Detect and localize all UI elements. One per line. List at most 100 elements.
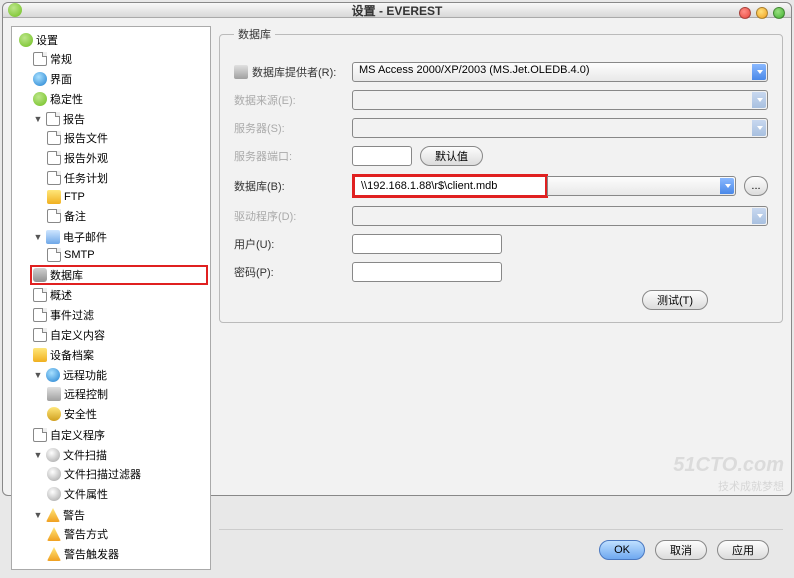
cancel-button[interactable]: 取消 bbox=[655, 540, 707, 560]
tree-item-email[interactable]: ▼电子邮件 bbox=[31, 228, 207, 246]
task-icon bbox=[47, 171, 61, 185]
doc-icon bbox=[33, 328, 47, 342]
settings-window: 设置 - EVEREST 设置 常规 界面 稳定性 ▼报告 bbox=[2, 2, 792, 496]
user-input[interactable] bbox=[352, 234, 502, 254]
tree-item-notes[interactable]: 备注 bbox=[45, 207, 207, 225]
tree-item-custom-prog[interactable]: 自定义程序 bbox=[31, 426, 207, 444]
provider-select[interactable]: MS Access 2000/XP/2003 (MS.Jet.OLEDB.4.0… bbox=[352, 62, 768, 82]
warning-icon bbox=[47, 547, 61, 561]
tree-item-alert-mode[interactable]: 警告方式 bbox=[45, 525, 207, 543]
report-icon bbox=[46, 112, 60, 126]
browse-button[interactable]: ... bbox=[744, 176, 768, 196]
tree-item-custom[interactable]: 自定义内容 bbox=[31, 326, 207, 344]
doc-icon bbox=[47, 248, 61, 262]
minimize-icon[interactable] bbox=[756, 7, 768, 19]
chevron-down-icon bbox=[757, 214, 763, 218]
tree-item-remote[interactable]: ▼远程功能 bbox=[31, 366, 207, 384]
test-button[interactable]: 测试(T) bbox=[642, 290, 708, 310]
doc-icon bbox=[33, 52, 47, 66]
key-icon bbox=[47, 407, 61, 421]
remote-icon bbox=[46, 368, 60, 382]
chevron-down-icon bbox=[725, 184, 731, 188]
highlight-annotation bbox=[352, 174, 548, 198]
password-input[interactable] bbox=[352, 262, 502, 282]
chevron-down-icon bbox=[757, 70, 763, 74]
tree-item-security[interactable]: 安全性 bbox=[45, 405, 207, 423]
notes-icon bbox=[47, 209, 61, 223]
tree-item-report-look[interactable]: 报告外观 bbox=[45, 149, 207, 167]
doc-icon bbox=[47, 151, 61, 165]
gear-icon bbox=[33, 92, 47, 106]
tree-root[interactable]: 设置 bbox=[17, 31, 207, 49]
tree-item-alert-trigger[interactable]: 警告触发器 bbox=[45, 545, 207, 563]
user-label: 用户(U): bbox=[234, 236, 344, 252]
database-select[interactable] bbox=[547, 176, 736, 196]
settings-tree[interactable]: 设置 常规 界面 稳定性 ▼报告 报告文件 报告外观 任务计划 FTP bbox=[11, 26, 211, 570]
tree-item-general[interactable]: 常规 bbox=[31, 50, 207, 68]
doc-icon bbox=[33, 288, 47, 302]
search-icon bbox=[47, 487, 61, 501]
tree-item-scan-filter[interactable]: 文件扫描过滤器 bbox=[45, 465, 207, 483]
ok-button[interactable]: OK bbox=[599, 540, 645, 560]
search-icon bbox=[46, 448, 60, 462]
content-area: 设置 常规 界面 稳定性 ▼报告 报告文件 报告外观 任务计划 FTP bbox=[3, 18, 791, 578]
zoom-icon[interactable] bbox=[773, 7, 785, 19]
database-fieldset: 数据库 数据库提供者(R): MS Access 2000/XP/2003 (M… bbox=[219, 26, 783, 323]
datasource-select bbox=[352, 90, 768, 110]
datasource-label: 数据来源(E): bbox=[234, 92, 344, 108]
search-icon bbox=[47, 467, 61, 481]
form-pane: 数据库 数据库提供者(R): MS Access 2000/XP/2003 (M… bbox=[219, 26, 783, 570]
tree-item-report-file[interactable]: 报告文件 bbox=[45, 129, 207, 147]
port-label: 服务器端口: bbox=[234, 148, 344, 164]
apply-button[interactable]: 应用 bbox=[717, 540, 769, 560]
tree-item-task[interactable]: 任务计划 bbox=[45, 169, 207, 187]
folder-icon bbox=[47, 190, 61, 204]
chevron-down-icon bbox=[757, 98, 763, 102]
expand-icon[interactable]: ▼ bbox=[33, 232, 43, 242]
tree-item-smtp[interactable]: SMTP bbox=[45, 247, 207, 263]
titlebar[interactable]: 设置 - EVEREST bbox=[3, 3, 791, 18]
filter-icon bbox=[33, 308, 47, 322]
expand-icon[interactable]: ▼ bbox=[33, 114, 43, 124]
gear-icon bbox=[19, 33, 33, 47]
database-icon bbox=[33, 268, 47, 282]
tree-item-summary[interactable]: 概述 bbox=[31, 286, 207, 304]
tree-item-filescan[interactable]: ▼文件扫描 bbox=[31, 446, 207, 464]
database-input[interactable] bbox=[355, 177, 545, 195]
server-icon bbox=[234, 65, 248, 79]
warning-icon bbox=[47, 527, 61, 541]
tree-item-filter[interactable]: 事件过滤 bbox=[31, 306, 207, 324]
mail-icon bbox=[46, 230, 60, 244]
archive-icon bbox=[33, 348, 47, 362]
expand-icon[interactable]: ▼ bbox=[33, 510, 43, 520]
doc-icon bbox=[33, 428, 47, 442]
expand-icon[interactable]: ▼ bbox=[33, 450, 43, 460]
default-button[interactable]: 默认值 bbox=[420, 146, 483, 166]
tree-item-ui[interactable]: 界面 bbox=[31, 70, 207, 88]
warning-icon bbox=[46, 508, 60, 522]
db-label: 数据库(B): bbox=[234, 178, 344, 194]
tree-item-database[interactable]: 数据库 bbox=[31, 266, 207, 284]
server-select bbox=[352, 118, 768, 138]
tree-item-ftp[interactable]: FTP bbox=[45, 189, 207, 205]
chevron-down-icon bbox=[757, 126, 763, 130]
server-icon bbox=[47, 387, 61, 401]
expand-icon[interactable]: ▼ bbox=[33, 370, 43, 380]
tree-item-stability[interactable]: 稳定性 bbox=[31, 90, 207, 108]
tree-item-file-attr[interactable]: 文件属性 bbox=[45, 485, 207, 503]
server-label: 服务器(S): bbox=[234, 120, 344, 136]
port-input bbox=[352, 146, 412, 166]
doc-icon bbox=[47, 131, 61, 145]
tree-item-remote-ctrl[interactable]: 远程控制 bbox=[45, 385, 207, 403]
driver-select bbox=[352, 206, 768, 226]
tree-item-report[interactable]: ▼报告 bbox=[31, 110, 207, 128]
tree-item-archive[interactable]: 设备档案 bbox=[31, 346, 207, 364]
dialog-footer: OK 取消 应用 bbox=[219, 529, 783, 570]
window-controls bbox=[739, 7, 785, 19]
fieldset-legend: 数据库 bbox=[234, 26, 275, 42]
close-icon[interactable] bbox=[739, 7, 751, 19]
globe-icon bbox=[33, 72, 47, 86]
tree-item-alerts[interactable]: ▼警告 bbox=[31, 506, 207, 524]
provider-label: 数据库提供者(R): bbox=[234, 64, 344, 80]
pass-label: 密码(P): bbox=[234, 264, 344, 280]
